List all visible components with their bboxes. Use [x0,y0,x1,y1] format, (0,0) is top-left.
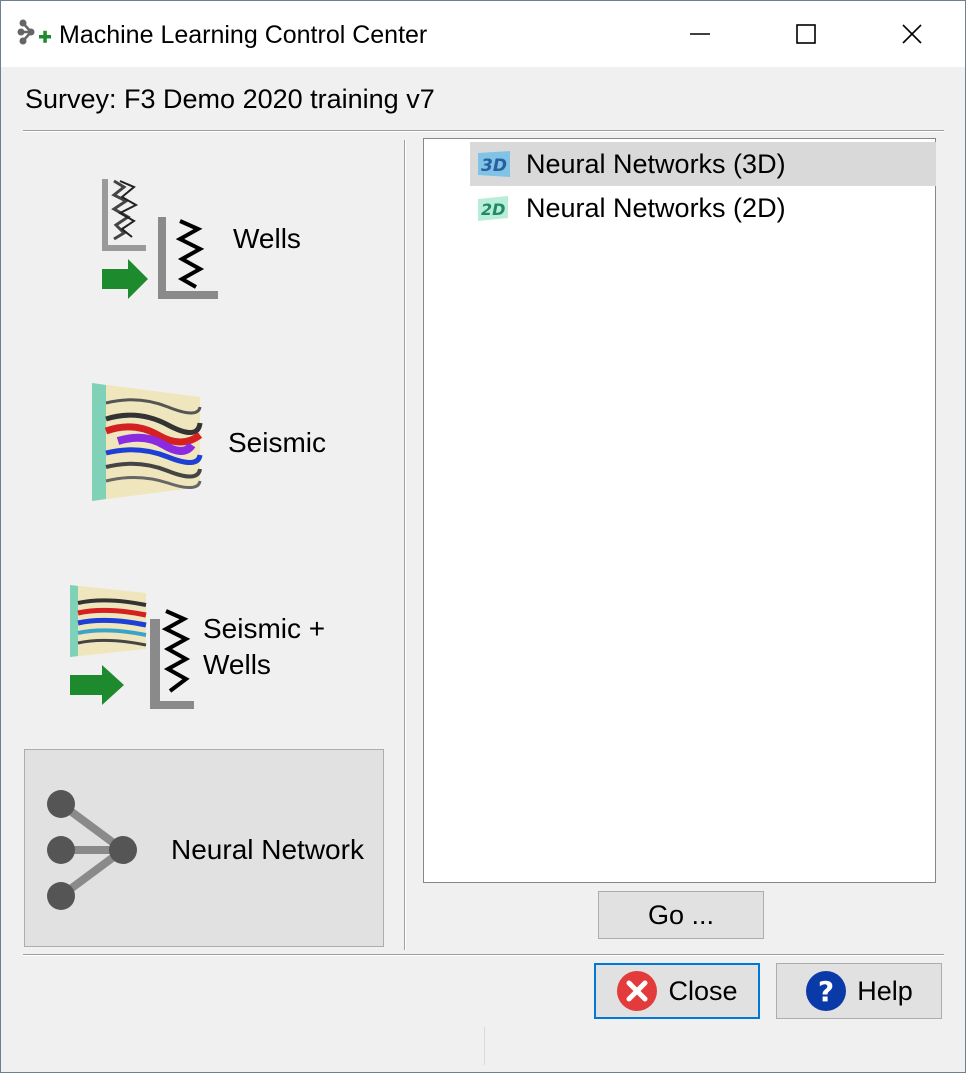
tree-item-neural-networks-3d[interactable]: 3D Neural Networks (3D) [470,142,936,186]
close-button-label: Close [668,975,738,1006]
maximize-button[interactable] [753,1,859,67]
window-close-button[interactable] [859,1,965,67]
close-button[interactable]: Close [594,963,760,1019]
3d-icon: 3D [478,151,510,177]
network-type-tree[interactable]: 3D Neural Networks (3D) 2D Neural Networ… [423,138,936,883]
category-neural-network-button[interactable]: Neural Network [24,749,384,947]
tree-item-neural-networks-2d[interactable]: 2D Neural Networks (2D) [470,186,936,230]
category-seismic-label: Seismic [228,427,327,458]
close-circle-icon [617,971,658,1011]
category-seismic-wells-button[interactable]: Seismic + Wells [24,571,384,721]
svg-text:3D: 3D [481,156,507,176]
svg-text:2D: 2D [481,200,505,219]
help-icon: ? [806,971,847,1011]
category-neural-network-label: Neural Network [171,834,364,865]
ml-network-plus-icon [17,19,51,45]
tree-item-label: Neural Networks (3D) [526,149,786,179]
maximize-icon [796,24,816,44]
category-seismic-wells-label-line1: Seismic + [203,613,326,644]
close-icon [902,24,922,44]
svg-text:?: ? [818,975,834,1008]
2d-icon: 2D [478,196,508,221]
help-button[interactable]: ? Help [776,963,942,1019]
neural-network-icon [47,790,137,910]
survey-label: Survey: F3 Demo 2020 training v7 [25,84,435,114]
ml-control-center-window: Machine Learning Control Center Survey: … [0,0,966,1073]
minimize-button[interactable] [647,1,753,67]
seismic-wells-icon [70,585,194,709]
vertical-divider [404,140,406,950]
seismic-icon [92,383,203,501]
go-button-label: Go ... [647,899,715,930]
wells-icon [102,179,218,299]
tree-item-label: Neural Networks (2D) [526,193,786,223]
window-title: Machine Learning Control Center [59,21,428,49]
title-bar[interactable]: Machine Learning Control Center [1,1,965,67]
help-button-label: Help [857,975,913,1006]
category-seismic-button[interactable]: Seismic [24,369,384,519]
top-divider [23,130,944,132]
category-wells-button[interactable]: Wells [24,161,384,321]
minimize-icon [690,33,710,35]
bottom-divider [23,954,944,956]
status-separator [484,1027,485,1065]
category-seismic-wells-label-line2: Wells [203,649,271,680]
category-wells-label: Wells [233,223,301,254]
go-button[interactable]: Go ... [598,891,764,939]
